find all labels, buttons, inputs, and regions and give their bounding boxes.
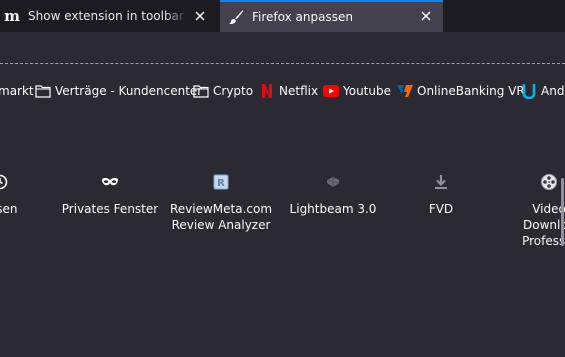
palette-item-reviewmeta[interactable]: R ReviewMeta.com Review Analyzer	[166, 172, 276, 233]
palette-item-history[interactable]: essen	[0, 172, 55, 217]
palette-item-video-downloader[interactable]: Video Downloa Professio	[494, 172, 565, 249]
palette-item-label: essen	[0, 202, 18, 216]
palette-item-label: Privates Fenster	[61, 202, 159, 216]
palette-item-label: Video	[532, 202, 565, 216]
tab-show-extension[interactable]: m Show extension in toolbar - Add-ons	[0, 0, 218, 32]
lightbeam-icon	[323, 172, 343, 192]
udacity-icon	[521, 83, 537, 99]
private-mask-icon	[100, 172, 120, 192]
svg-text:R: R	[217, 178, 225, 189]
palette-item-label-line3: Professio	[522, 234, 565, 248]
bookmark-onlinebanking-vr[interactable]: OnlineBanking VR	[397, 80, 525, 102]
bookmark-label: Crypto	[213, 84, 254, 98]
youtube-icon	[323, 83, 339, 99]
bookmark-label: markt	[0, 84, 34, 98]
palette-item-private-window[interactable]: Privates Fenster	[55, 172, 165, 217]
bookmark-label: Netflix	[279, 84, 319, 98]
bookmark-label: And	[541, 84, 565, 98]
tab-title: Show extension in toolbar - Add-ons	[28, 9, 188, 23]
palette-item-label-line2: Downloa	[522, 218, 565, 232]
download-icon	[431, 172, 451, 192]
bookmark-label: Youtube	[343, 84, 391, 98]
palette-item-label: ReviewMeta.com	[169, 202, 273, 216]
palette-item-label: FVD	[428, 202, 454, 216]
bookmark-folder-vertraege[interactable]: Verträge - Kundencenter	[35, 80, 202, 102]
volksbank-icon	[397, 83, 413, 99]
bookmark-markt[interactable]: markt	[0, 80, 34, 102]
customize-drop-target-border	[0, 63, 565, 64]
tab-firefox-anpassen[interactable]: Firefox anpassen	[220, 0, 443, 32]
bookmark-label: OnlineBanking VR	[417, 84, 525, 98]
close-icon[interactable]	[192, 8, 208, 24]
bookmark-netflix[interactable]: Netflix	[259, 80, 318, 102]
palette-item-lightbeam[interactable]: Lightbeam 3.0	[278, 172, 388, 217]
addons-favicon: m	[4, 7, 20, 25]
firefox-window: m Show extension in toolbar - Add-ons Fi…	[0, 0, 565, 357]
palette-scrollbar[interactable]	[561, 178, 564, 246]
navigation-toolbar	[0, 32, 565, 64]
folder-icon	[35, 83, 51, 99]
bookmark-udacity[interactable]: And	[521, 80, 564, 102]
close-icon[interactable]	[418, 8, 434, 24]
folder-icon	[193, 83, 209, 99]
netflix-icon	[259, 83, 275, 99]
bookmark-folder-crypto[interactable]: Crypto	[193, 80, 253, 102]
palette-item-label: Lightbeam 3.0	[289, 202, 377, 216]
tab-strip: m Show extension in toolbar - Add-ons Fi…	[0, 0, 565, 32]
history-icon	[0, 172, 10, 192]
bookmark-youtube[interactable]: Youtube	[323, 80, 391, 102]
palette-item-label-line2: Review Analyzer	[171, 218, 271, 232]
bookmark-label: Verträge - Kundencenter	[55, 84, 203, 98]
bookmarks-toolbar: markt Verträge - Kundencenter Crypto Net…	[0, 80, 565, 102]
film-reel-icon	[539, 172, 559, 192]
paintbrush-icon	[228, 9, 244, 25]
reviewmeta-icon: R	[211, 172, 231, 192]
tab-title: Firefox anpassen	[252, 10, 353, 24]
palette-item-fvd[interactable]: FVD	[386, 172, 496, 217]
